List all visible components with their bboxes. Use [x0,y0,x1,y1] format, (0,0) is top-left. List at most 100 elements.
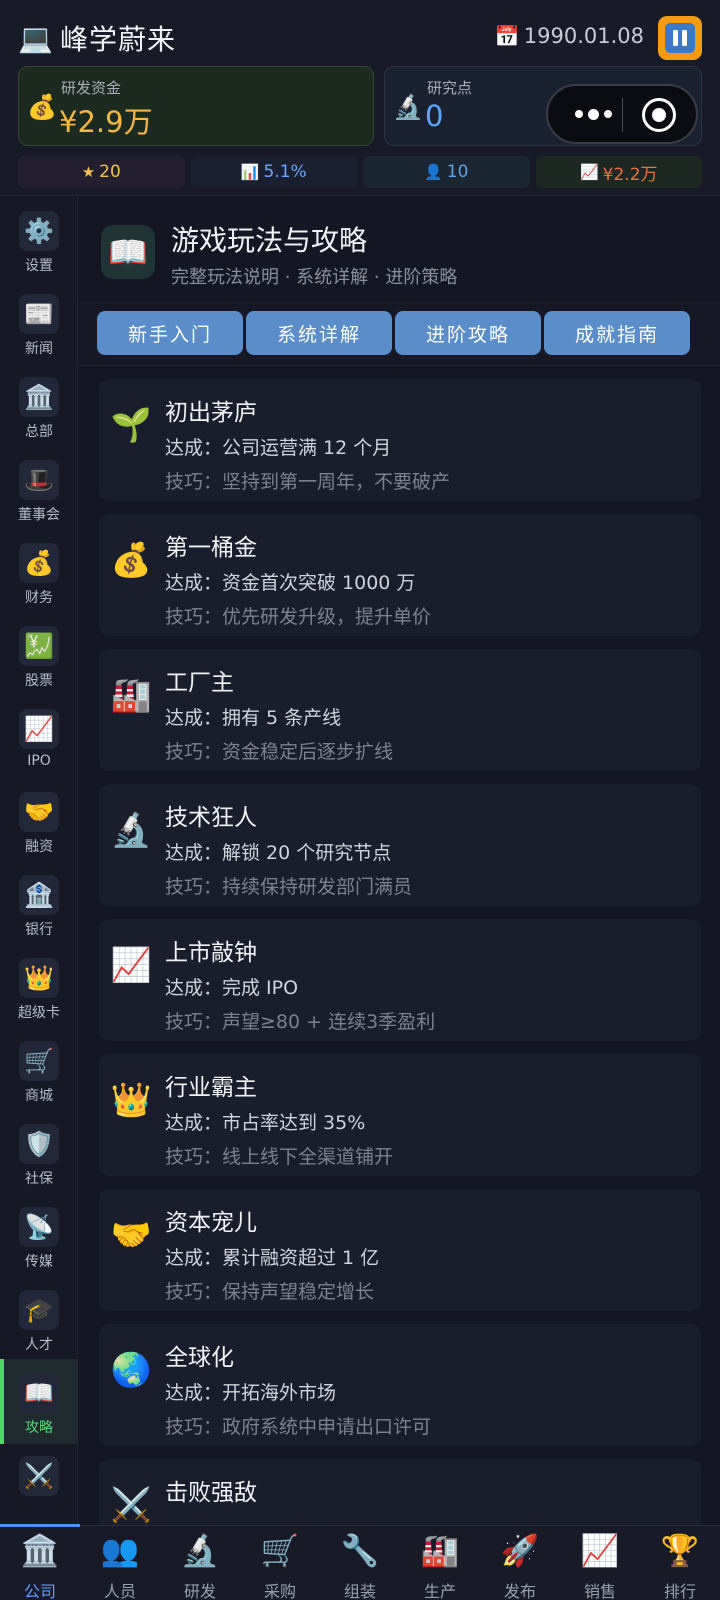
date-text: 1990.01.08 [523,24,644,48]
achievement-tip: 技巧：坚持到第一周年，不要破产 [165,471,451,493]
achievement-card: 🏭 工厂主 达成：拥有 5 条产线 技巧：资金稳定后逐步扩线 [99,649,701,771]
stats-bar: ★ 20 📊 5.1% 👤 10 📈 ¥2.2万 [18,156,702,188]
achievement-condition: 达成：资金首次突破 1000 万 [165,572,416,594]
nav-label: 销售 [583,1582,616,1600]
open-book-icon: 📖 [19,1373,59,1413]
guide-panel: 📖 游戏玩法与攻略 完整玩法说明 · 系统详解 · 进阶策略 新手入门 系统详解… [79,197,720,1525]
achievement-name: 初出茅庐 [165,400,257,426]
top-hat-icon: 🎩 [19,460,59,500]
wrench-icon: 🔧 [340,1533,380,1569]
achievement-card: 🤝 资本宠儿 达成：累计融资超过 1 亿 技巧：保持声望稳定增长 [99,1189,701,1311]
bar-chart-icon: 📊 [240,163,260,181]
page-title: 游戏玩法与攻略 [171,224,368,257]
classical-building-icon: 🏛️ [19,377,59,417]
sidebar-item-board[interactable]: 🎩 董事会 [0,446,77,531]
achievement-card: 💰 第一桶金 达成：资金首次突破 1000 万 技巧：优先研发升级，提升单价 [99,514,701,636]
sidebar-item-shop[interactable]: 🛒 商城 [0,1027,77,1112]
market-share-value: 5.1% [263,162,307,182]
pause-icon [665,23,695,53]
sidebar: ⚙️ 设置 📰 新闻 🏛️ 总部 🎩 董事会 💰 财务 💹 股票 📈 IPO 🤝 融资 🏦 银行 … [0,197,78,1525]
sidebar-item-label: 攻略 [25,1420,53,1436]
calendar-icon: 📅 [494,24,520,48]
sidebar-item-financing[interactable]: 🤝 融资 [0,778,77,863]
tab-advanced[interactable]: 进阶攻略 [395,311,541,355]
newspaper-icon: 📰 [19,294,59,334]
sidebar-item-headquarters[interactable]: 🏛️ 总部 [0,363,77,448]
sidebar-item-label: 社保 [25,1171,53,1187]
sidebar-item-finance[interactable]: 💰 财务 [0,529,77,614]
sidebar-item-stocks[interactable]: 💹 股票 [0,612,77,697]
sidebar-item-news[interactable]: 📰 新闻 [0,280,77,365]
sidebar-item-ipo[interactable]: 📈 IPO [0,695,77,780]
employees-stat: 👤 10 [363,156,530,188]
seedling-icon: 🌱 [110,405,152,444]
money-bag-icon: 💰 [19,543,59,583]
money-bag-icon: 💰 [110,540,152,579]
nav-ranking[interactable]: 🏆 排行 [640,1526,720,1600]
crown-icon: 👑 [110,1080,152,1119]
tab-beginner[interactable]: 新手入门 [97,311,243,355]
sidebar-item-bank[interactable]: 🏦 银行 [0,861,77,946]
achievement-condition: 达成：完成 IPO [165,977,299,999]
sidebar-item-label: 传媒 [25,1254,53,1270]
achievement-name: 击败强敌 [165,1480,257,1506]
nav-label: 人员 [103,1582,136,1600]
nav-research[interactable]: 🔬 研发 [160,1526,240,1600]
research-label: 研究点 [427,79,473,97]
yen-chart-icon: 💹 [19,626,59,666]
globe-icon: 🌏 [110,1350,152,1389]
sidebar-item-battle[interactable]: ⚔️ [0,1442,77,1525]
sidebar-item-social-security[interactable]: 🛡️ 社保 [0,1110,77,1195]
guide-tabs: 新手入门 系统详解 进阶攻略 成就指南 [79,302,720,366]
chart-increasing-icon: 📈 [580,1533,620,1569]
graduation-cap-icon: 🎓 [19,1290,59,1330]
star-icon: ★ [81,163,96,181]
achievement-card: 🌱 初出茅庐 达成：公司运营满 12 个月 技巧：坚持到第一周年，不要破产 [99,379,701,501]
pause-button[interactable] [658,16,702,60]
crown-icon: 👑 [19,958,59,998]
revenue-value: ¥2.2万 [602,164,658,185]
nav-launch[interactable]: 🚀 发布 [480,1526,560,1600]
achievement-condition: 达成：市占率达到 35% [165,1112,366,1134]
laptop-icon: 💻 [18,22,53,55]
achievement-card: ⚔️ 击败强敌 [99,1459,701,1525]
shopping-cart-icon: 🛒 [260,1533,300,1569]
more-options-button[interactable] [568,98,618,130]
achievement-name: 全球化 [165,1345,234,1371]
tab-systems[interactable]: 系统详解 [246,311,392,355]
tab-achievements[interactable]: 成就指南 [544,311,690,355]
achievement-condition: 达成：开拓海外市场 [165,1382,337,1404]
nav-production[interactable]: 🏭 生产 [400,1526,480,1600]
handshake-icon: 🤝 [19,792,59,832]
trend-chart-icon: 📈 [579,163,599,181]
trophy-icon: 🏆 [660,1533,700,1569]
sidebar-item-label: 超级卡 [18,1005,60,1021]
nav-purchase[interactable]: 🛒 采购 [240,1526,320,1600]
sidebar-item-media[interactable]: 📡 传媒 [0,1193,77,1278]
sidebar-item-label: 董事会 [18,507,60,523]
achievement-tip: 技巧：线上线下全渠道铺开 [165,1146,394,1168]
nav-assembly[interactable]: 🔧 组装 [320,1526,400,1600]
sidebar-item-talent[interactable]: 🎓 人才 [0,1276,77,1361]
nav-label: 组装 [343,1582,376,1600]
sidebar-item-label: IPO [27,753,51,769]
funds-label: 研发资金 [61,79,122,97]
sidebar-item-label: 财务 [25,590,53,606]
nav-company[interactable]: 🏛️ 公司 [0,1524,80,1600]
close-miniprogram-button[interactable] [642,98,676,132]
nav-sales[interactable]: 📈 销售 [560,1526,640,1600]
achievement-condition: 达成：累计融资超过 1 亿 [165,1247,380,1269]
nav-staff[interactable]: 👥 人员 [80,1526,160,1600]
miniprogram-capsule [546,84,698,144]
capsule-divider [622,98,623,132]
sidebar-item-label: 人才 [25,1337,53,1353]
nav-label: 排行 [663,1582,696,1600]
sidebar-item-super-card[interactable]: 👑 超级卡 [0,944,77,1029]
achievement-condition: 达成：公司运营满 12 个月 [165,437,392,459]
achievement-card: 🔬 技术狂人 达成：解锁 20 个研究节点 技巧：持续保持研发部门满员 [99,784,701,906]
achievement-name: 第一桶金 [165,535,257,561]
sidebar-item-guide[interactable]: 📖 攻略 [0,1359,77,1444]
bottom-nav: 🏛️ 公司 👥 人员 🔬 研发 🛒 采购 🔧 组装 🏭 生产 🚀 发布 📈 销售 🏆 排行 [0,1524,720,1600]
factory-icon: 🏭 [420,1533,460,1569]
sidebar-item-settings[interactable]: ⚙️ 设置 [0,197,77,282]
